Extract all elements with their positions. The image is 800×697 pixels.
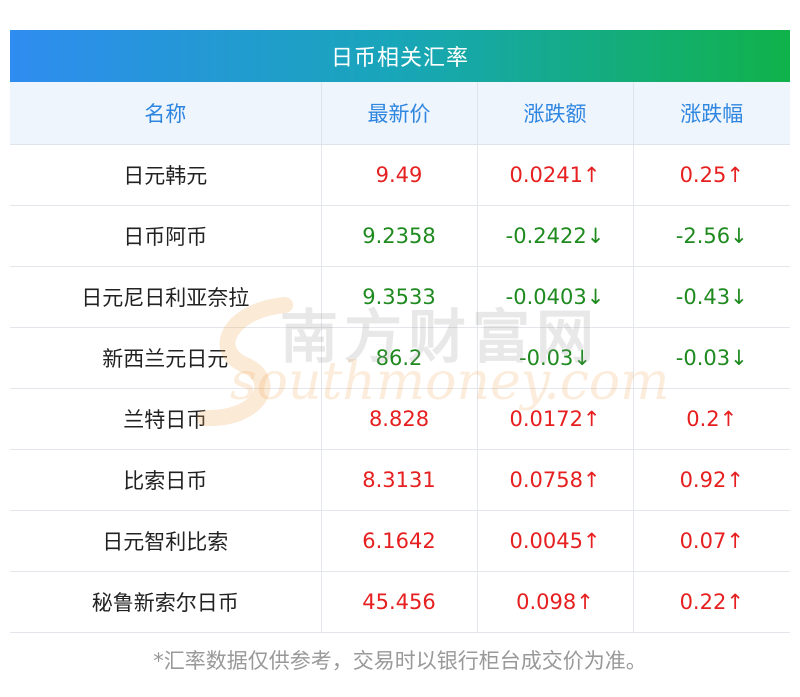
rates-table: 名称 最新价 涨跌额 涨跌幅 日元韩元 9.49 0.0241↑ 0.25↑ 日… bbox=[10, 82, 790, 633]
latest-price: 9.2358 bbox=[321, 205, 478, 267]
change-amount: 0.098↑ bbox=[477, 571, 634, 633]
change-percent: -0.03↓ bbox=[633, 327, 790, 389]
change-percent: 0.22↑ bbox=[633, 571, 790, 633]
latest-price: 8.828 bbox=[321, 388, 478, 450]
latest-price: 86.2 bbox=[321, 327, 478, 389]
change-amount: -0.03↓ bbox=[477, 327, 634, 389]
latest-price: 45.456 bbox=[321, 571, 478, 633]
column-header-price: 最新价 bbox=[321, 82, 478, 145]
table-row: 秘鲁新索尔日币 45.456 0.098↑ 0.22↑ bbox=[10, 571, 790, 633]
change-percent: 0.92↑ bbox=[633, 449, 790, 511]
pair-name: 日元尼日利亚奈拉 bbox=[10, 266, 322, 328]
latest-price: 8.3131 bbox=[321, 449, 478, 511]
change-percent: 0.2↑ bbox=[633, 388, 790, 450]
change-percent: 0.07↑ bbox=[633, 510, 790, 572]
table-row: 日元韩元 9.49 0.0241↑ 0.25↑ bbox=[10, 144, 790, 206]
latest-price: 9.49 bbox=[321, 144, 478, 206]
rates-table-container: 日币相关汇率 名称 最新价 涨跌额 涨跌幅 日元韩元 9.49 0.0241↑ … bbox=[10, 30, 790, 633]
table-row: 日元尼日利亚奈拉 9.3533 -0.0403↓ -0.43↓ bbox=[10, 266, 790, 328]
change-amount: 0.0172↑ bbox=[477, 388, 634, 450]
pair-name: 秘鲁新索尔日币 bbox=[10, 571, 322, 633]
header-row: 名称 最新价 涨跌额 涨跌幅 bbox=[10, 82, 790, 145]
column-header-name: 名称 bbox=[10, 82, 322, 145]
pair-name: 新西兰元日元 bbox=[10, 327, 322, 389]
table-title: 日币相关汇率 bbox=[10, 30, 790, 82]
pair-name: 兰特日币 bbox=[10, 388, 322, 450]
change-percent: -2.56↓ bbox=[633, 205, 790, 267]
change-percent: -0.43↓ bbox=[633, 266, 790, 328]
change-amount: -0.2422↓ bbox=[477, 205, 634, 267]
page: 日币相关汇率 名称 最新价 涨跌额 涨跌幅 日元韩元 9.49 0.0241↑ … bbox=[0, 0, 800, 697]
table-body: 日元韩元 9.49 0.0241↑ 0.25↑ 日币阿币 9.2358 -0.2… bbox=[10, 144, 790, 633]
change-amount: 0.0758↑ bbox=[477, 449, 634, 511]
table-row: 兰特日币 8.828 0.0172↑ 0.2↑ bbox=[10, 388, 790, 450]
table-row: 日币阿币 9.2358 -0.2422↓ -2.56↓ bbox=[10, 205, 790, 267]
column-header-change: 涨跌额 bbox=[477, 82, 634, 145]
pair-name: 日元智利比索 bbox=[10, 510, 322, 572]
pair-name: 日币阿币 bbox=[10, 205, 322, 267]
change-amount: -0.0403↓ bbox=[477, 266, 634, 328]
column-header-pct: 涨跌幅 bbox=[633, 82, 790, 145]
change-amount: 0.0045↑ bbox=[477, 510, 634, 572]
latest-price: 9.3533 bbox=[321, 266, 478, 328]
pair-name: 日元韩元 bbox=[10, 144, 322, 206]
change-percent: 0.25↑ bbox=[633, 144, 790, 206]
pair-name: 比索日币 bbox=[10, 449, 322, 511]
table-row: 比索日币 8.3131 0.0758↑ 0.92↑ bbox=[10, 449, 790, 511]
footnote: *汇率数据仅供参考，交易时以银行柜台成交价为准。 bbox=[153, 649, 647, 673]
change-amount: 0.0241↑ bbox=[477, 144, 634, 206]
table-row: 新西兰元日元 86.2 -0.03↓ -0.03↓ bbox=[10, 327, 790, 389]
table-row: 日元智利比索 6.1642 0.0045↑ 0.07↑ bbox=[10, 510, 790, 572]
latest-price: 6.1642 bbox=[321, 510, 478, 572]
